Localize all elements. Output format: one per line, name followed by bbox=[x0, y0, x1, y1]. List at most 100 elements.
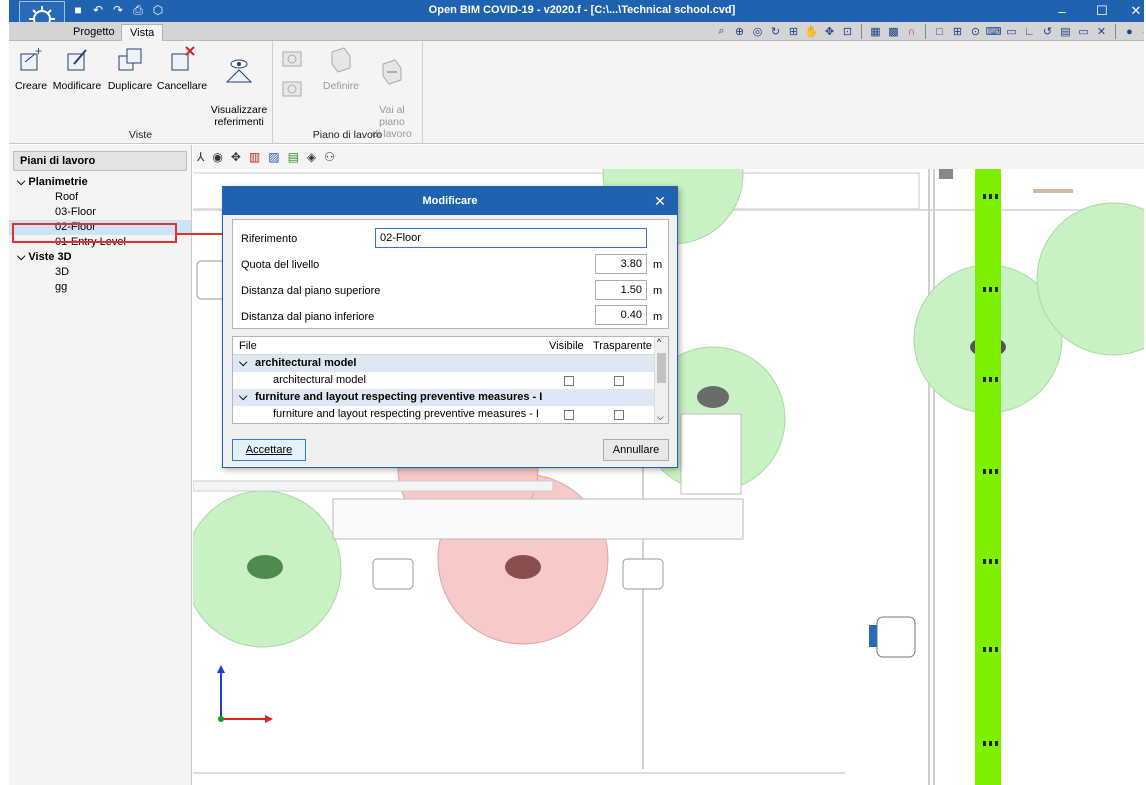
callout-line bbox=[177, 233, 223, 235]
transparent-checkbox[interactable] bbox=[614, 376, 624, 386]
riferimento-input[interactable]: 02-Floor bbox=[375, 228, 647, 248]
axis-icon[interactable]: ⅄ bbox=[197, 150, 204, 164]
create-view-button[interactable]: + Creare bbox=[13, 44, 49, 92]
inf-unit: m bbox=[653, 311, 663, 323]
file-group-row[interactable]: ⌵ furniture and layout respecting preven… bbox=[233, 389, 654, 406]
ruler-icon[interactable]: ▭ bbox=[1004, 24, 1019, 39]
chevron-down-icon[interactable]: ⌵ bbox=[239, 389, 247, 406]
layers-icon[interactable]: ▥ bbox=[249, 150, 260, 164]
close-window-button[interactable]: ✕ bbox=[1119, 0, 1144, 22]
frame-icon[interactable]: ▨ bbox=[268, 150, 279, 164]
go-to-plane-icon bbox=[382, 59, 402, 85]
move-icon[interactable]: ✥ bbox=[822, 24, 837, 39]
file-group-label: architectural model bbox=[255, 357, 357, 369]
window-title: Open BIM COVID-19 - v2020.f - [C:\...\Te… bbox=[428, 4, 736, 16]
pan-icon[interactable]: ✥ bbox=[231, 150, 241, 164]
modify-view-icon bbox=[67, 49, 87, 71]
tree-group-viste-3d[interactable]: ⌵ Viste 3D bbox=[9, 250, 191, 265]
hatch-icon[interactable]: ▩ bbox=[886, 24, 901, 39]
point-icon[interactable]: ⊙ bbox=[968, 24, 983, 39]
orbit-icon[interactable]: ↺ bbox=[1040, 24, 1055, 39]
go-to-plane-button[interactable]: Vai al piano di lavoro bbox=[365, 44, 419, 140]
scrollbar-thumb[interactable] bbox=[657, 353, 666, 383]
globe-icon[interactable]: ● bbox=[1122, 24, 1137, 39]
file-row[interactable]: furniture and layout respecting preventi… bbox=[233, 406, 654, 423]
square-icon[interactable]: □ bbox=[932, 24, 947, 39]
grid-icon[interactable]: ⊞ bbox=[950, 24, 965, 39]
tree-item-gg[interactable]: gg bbox=[9, 280, 191, 295]
file-row[interactable]: architectural model bbox=[233, 372, 654, 389]
tree-item-3d[interactable]: 3D bbox=[9, 265, 191, 280]
inf-input[interactable]: 0.40 bbox=[595, 305, 647, 325]
delete-view-button[interactable]: Cancellare bbox=[155, 44, 209, 92]
visible-checkbox[interactable] bbox=[564, 376, 574, 386]
maximize-button[interactable]: ☐ bbox=[1085, 0, 1119, 22]
ribbon: + Creare Modificare Duplicare Cancellare… bbox=[9, 41, 1144, 144]
riferimento-label: Riferimento bbox=[241, 233, 298, 245]
hand-pan-icon[interactable]: ✋ bbox=[804, 24, 819, 39]
visible-checkbox[interactable] bbox=[564, 410, 574, 420]
define-plane-label: Definire bbox=[322, 80, 360, 92]
redraw-icon[interactable]: ↻ bbox=[768, 24, 783, 39]
tools-icon[interactable]: ✕ bbox=[1094, 24, 1109, 39]
modify-view-button[interactable]: Modificare bbox=[51, 44, 103, 92]
tree-group-planimetrie[interactable]: ⌵ Planimetrie bbox=[9, 175, 191, 190]
zoom-all-icon[interactable]: ⊕ bbox=[732, 24, 747, 39]
title-bar: ■ ↶ ↷ ⎙ ⬡ Open BIM COVID-19 - v2020.f - … bbox=[9, 0, 1144, 37]
ribbon-tab-row: Progetto Vista ⌕ ⊕ ◎ ↻ ⊞ ✋ ✥ ⊡ ▦ ▩ ∩ □ ⊞… bbox=[9, 22, 1144, 41]
file-group-row[interactable]: ⌵ architectural model bbox=[233, 355, 654, 372]
grid-icon[interactable]: ▤ bbox=[288, 150, 299, 164]
snap-icon[interactable]: ▦ bbox=[868, 24, 883, 39]
scroll-up-icon[interactable]: ^ bbox=[657, 337, 661, 347]
define-plane-button[interactable]: Definire bbox=[319, 44, 363, 92]
tree-group-label: Planimetrie bbox=[28, 176, 88, 188]
view-3d-icon[interactable]: ⚇ bbox=[324, 150, 335, 164]
settings-icon[interactable]: ◆ bbox=[1140, 24, 1144, 39]
keyboard-icon[interactable]: ⌨ bbox=[986, 24, 1002, 39]
zoom-in-icon[interactable]: ⊞ bbox=[786, 24, 801, 39]
minimize-button[interactable]: – bbox=[1045, 0, 1079, 22]
tree-item-03-floor[interactable]: 03-Floor bbox=[9, 205, 191, 220]
accept-button[interactable]: Accettare bbox=[232, 439, 306, 461]
ribbon-group-viste: + Creare Modificare Duplicare Cancellare… bbox=[9, 41, 273, 144]
duplicate-view-button[interactable]: Duplicare bbox=[105, 44, 155, 92]
panel-title: Piani di lavoro bbox=[13, 151, 187, 171]
scroll-down-icon[interactable]: ⌵ bbox=[657, 412, 664, 423]
cancel-button[interactable]: Annullare bbox=[603, 439, 669, 461]
camera-stack-button[interactable] bbox=[277, 44, 307, 107]
modify-dialog: Modificare ✕ Riferimento 02-Floor Quota … bbox=[222, 186, 678, 468]
calendar-icon[interactable]: ▤ bbox=[1058, 24, 1073, 39]
transparent-checkbox[interactable] bbox=[614, 410, 624, 420]
zoom-previous-icon[interactable]: ◎ bbox=[750, 24, 765, 39]
file-label: architectural model bbox=[273, 374, 366, 386]
chevron-down-icon[interactable]: ⌵ bbox=[17, 251, 25, 263]
dialog-close-button[interactable]: ✕ bbox=[643, 187, 677, 215]
chevron-down-icon[interactable]: ⌵ bbox=[17, 176, 25, 188]
tab-progetto[interactable]: Progetto bbox=[65, 24, 123, 41]
comment-icon[interactable]: ▭ bbox=[1076, 24, 1091, 39]
quota-unit: m bbox=[653, 259, 663, 271]
file-label: furniture and layout respecting preventi… bbox=[273, 408, 539, 420]
tree-group-label: Viste 3D bbox=[28, 251, 72, 263]
chevron-down-icon[interactable]: ⌵ bbox=[239, 355, 247, 372]
magnet-icon[interactable]: ∩ bbox=[904, 24, 919, 39]
define-plane-icon bbox=[331, 47, 351, 73]
show-references-button[interactable]: Visualizzare referimenti bbox=[209, 44, 269, 128]
angle-icon[interactable]: ∟ bbox=[1022, 24, 1037, 39]
col-file: File bbox=[239, 340, 257, 352]
dialog-title: Modificare bbox=[422, 195, 478, 207]
fit-icon[interactable]: ⊡ bbox=[840, 24, 855, 39]
sup-input[interactable]: 1.50 bbox=[595, 280, 647, 300]
modify-view-label: Modificare bbox=[52, 80, 102, 92]
files-scrollbar[interactable]: ^ ⌵ bbox=[654, 337, 668, 423]
delete-view-label: Cancellare bbox=[156, 80, 208, 92]
tab-vista[interactable]: Vista bbox=[121, 24, 164, 41]
duplicate-view-label: Duplicare bbox=[107, 80, 153, 92]
quota-input[interactable]: 3.80 bbox=[595, 254, 647, 274]
tree-item-roof[interactable]: Roof bbox=[9, 190, 191, 205]
dialog-title-bar: Modificare ✕ bbox=[223, 187, 677, 215]
orbit-icon[interactable]: ◉ bbox=[212, 150, 222, 164]
visibility-icon[interactable]: ◈ bbox=[307, 150, 316, 164]
zoom-window-icon[interactable]: ⌕ bbox=[714, 24, 729, 39]
file-group-label: furniture and layout respecting preventi… bbox=[255, 391, 543, 403]
